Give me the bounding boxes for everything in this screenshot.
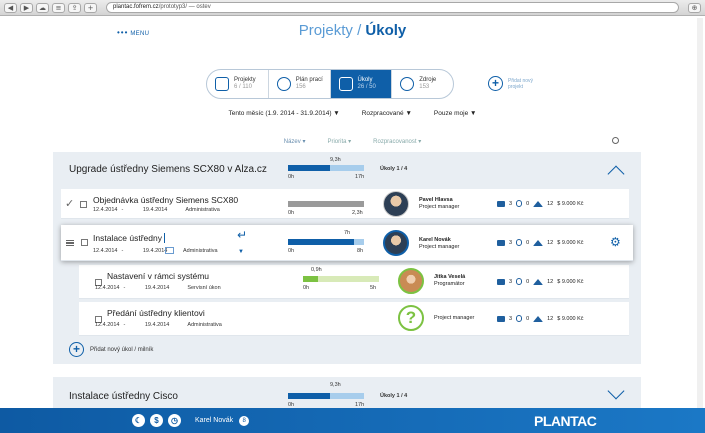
project-title[interactable]: Upgrade ústředny Siemens SCX80 v Alza.cz — [69, 164, 267, 175]
drag-handle-icon[interactable] — [66, 240, 74, 246]
cloud-icon[interactable]: ☁ — [36, 2, 49, 13]
state-filter[interactable]: Rozpracované ▼ — [362, 110, 412, 117]
subtask-icon — [533, 278, 544, 285]
reader-icon[interactable]: ≡ — [52, 2, 65, 13]
chevron-down-icon[interactable]: ▼ — [238, 249, 244, 255]
task-stats: 3 0 12 $ 9.000 Kč — [497, 315, 584, 322]
download-icon[interactable]: ⊕ — [688, 2, 701, 13]
scrollbar[interactable] — [697, 18, 703, 408]
task-count: Úkoly 1 / 4 — [380, 166, 408, 172]
project-panel: Upgrade ústředny Siemens SCX80 v Alza.cz… — [53, 152, 641, 364]
period-filter[interactable]: Tento měsíc (1.9. 2014 - 31.9.2014) ▼ — [229, 110, 340, 117]
sort-priority[interactable]: Priorita ▾ — [327, 138, 351, 145]
filter-bar: Tento měsíc (1.9. 2014 - 31.9.2014) ▼ Ro… — [0, 110, 705, 117]
enter-icon[interactable]: ↵ — [237, 228, 247, 242]
attachment-icon — [516, 200, 523, 207]
comment-icon — [497, 315, 505, 322]
comment-icon — [497, 239, 505, 246]
collapse-icon[interactable] — [607, 165, 625, 183]
subtask-icon — [533, 200, 544, 207]
user-name[interactable]: Karel Novák — [195, 417, 233, 424]
project-panel: Instalace ústředny Cisco 9,3h 0h 17h Úko… — [53, 377, 641, 409]
task-title-input[interactable]: Instalace ústředny — [93, 233, 165, 243]
task-stats: 3 0 12 $ 9.000 Kč — [497, 239, 584, 246]
address-bar[interactable]: plantac.fofrem.cz/prototyp3/ — ostev — [106, 2, 679, 13]
browser-toolbar: ◀ ▶ ☁ ≡ ⇪ + plantac.fofrem.cz/prototyp3/… — [0, 0, 705, 16]
back-icon[interactable]: ◀ — [4, 2, 17, 13]
task-progress-bar — [288, 201, 364, 207]
tab-projects[interactable]: Projekty 6 / 110 — [207, 70, 269, 98]
done-check-icon: ✓ — [65, 197, 75, 210]
task-stats: 3 0 12 $ 9.000 Kč — [497, 278, 584, 285]
project-progress-bar — [288, 393, 364, 399]
sort-bar: Název ▾ Priorita ▾ Rozpracovanost ▾ — [0, 138, 705, 145]
task-progress-bar — [288, 239, 364, 245]
tab-resources[interactable]: Zdroje 153 — [392, 70, 453, 98]
search-icon[interactable] — [612, 137, 619, 144]
clock-icon — [276, 77, 291, 91]
task-checkbox[interactable] — [81, 239, 88, 246]
add-project-button[interactable]: + Přidat nový projekt — [488, 76, 533, 91]
notification-badge[interactable]: 8 — [239, 415, 250, 426]
project-title[interactable]: Instalace ústředny Cisco — [69, 391, 178, 402]
gear-icon[interactable]: ⚙ — [610, 235, 621, 249]
subtask-icon — [533, 315, 544, 322]
comment-icon — [497, 278, 505, 285]
plus-icon: + — [69, 342, 84, 357]
avatar — [383, 191, 409, 217]
attachment-icon — [516, 315, 523, 322]
task-stats: 3 0 12 $ 9.000 Kč — [497, 200, 584, 207]
moon-icon[interactable]: ☾ — [132, 414, 145, 427]
tab-tasks[interactable]: Úkoly 26 / 50 — [330, 70, 393, 98]
plantac-logo: PLANTAC — [534, 413, 597, 429]
new-tab-icon[interactable]: + — [84, 2, 97, 13]
task-row[interactable]: Nastavení v rámci systému 12.4.2014- 19.… — [79, 265, 629, 299]
folder-icon — [215, 77, 229, 91]
clock-icon[interactable]: ◷ — [168, 414, 181, 427]
attachment-icon — [516, 278, 523, 285]
plus-icon: + — [488, 76, 503, 91]
attachment-icon — [516, 239, 523, 246]
task-row-editing[interactable]: Instalace ústředny 12.4.2014- 19.4.2014 … — [61, 225, 633, 261]
section-tabs: Projekty 6 / 110 Plán prací 156 Úkoly 26 / … — [206, 69, 454, 99]
bottom-bar: ☾ $ ◷ Karel Novák 8 PLANTAC — [0, 408, 705, 433]
checkbox-icon — [338, 77, 353, 91]
subtask-icon — [533, 239, 544, 246]
comment-icon — [497, 200, 505, 207]
share-icon[interactable]: ⇪ — [68, 2, 81, 13]
breadcrumb: Projekty / Úkoly — [298, 22, 407, 39]
unassigned-icon[interactable]: ? — [398, 305, 424, 331]
mine-filter[interactable]: Pouze moje ▼ — [434, 110, 477, 117]
sort-name[interactable]: Název ▾ — [284, 138, 306, 145]
project-progress-bar — [288, 165, 364, 171]
task-row[interactable]: Předání ústředny klientovi 12.4.2014- 19… — [79, 302, 629, 336]
breadcrumb-projects[interactable]: Projekty — [299, 22, 353, 39]
person-icon — [400, 77, 415, 91]
tab-work-plan[interactable]: Plán prací 156 — [269, 70, 331, 98]
breadcrumb-tasks: Úkoly — [365, 22, 407, 39]
avatar — [383, 230, 409, 256]
forward-icon[interactable]: ▶ — [20, 2, 33, 13]
expand-icon[interactable] — [607, 382, 625, 400]
task-checkbox[interactable] — [80, 201, 87, 208]
sort-progress[interactable]: Rozpracovanost ▾ — [373, 138, 421, 145]
dollar-icon[interactable]: $ — [150, 414, 163, 427]
task-row[interactable]: ✓ Objednávka ústředny Siemens SCX80 12.4… — [61, 189, 629, 219]
add-task-button[interactable]: + Přidat nový úkol / milník — [69, 342, 153, 357]
task-progress-bar — [303, 276, 379, 282]
avatar — [398, 268, 424, 294]
calendar-icon[interactable] — [165, 247, 174, 254]
category-select[interactable]: Administrativa — [183, 248, 218, 254]
task-count: Úkoly 1 / 4 — [380, 393, 408, 399]
